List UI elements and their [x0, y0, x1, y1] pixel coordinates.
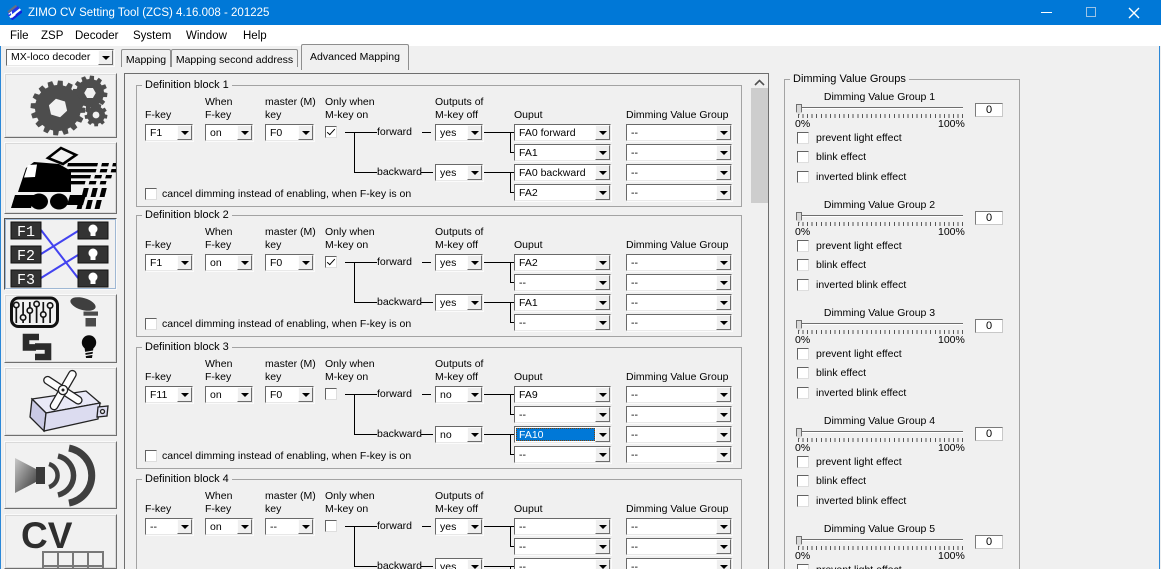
- svg-text:F1: F1: [17, 224, 35, 241]
- svg-text:CV: CV: [21, 515, 73, 556]
- svg-text:F3: F3: [17, 272, 35, 289]
- svg-text:F2: F2: [17, 248, 35, 265]
